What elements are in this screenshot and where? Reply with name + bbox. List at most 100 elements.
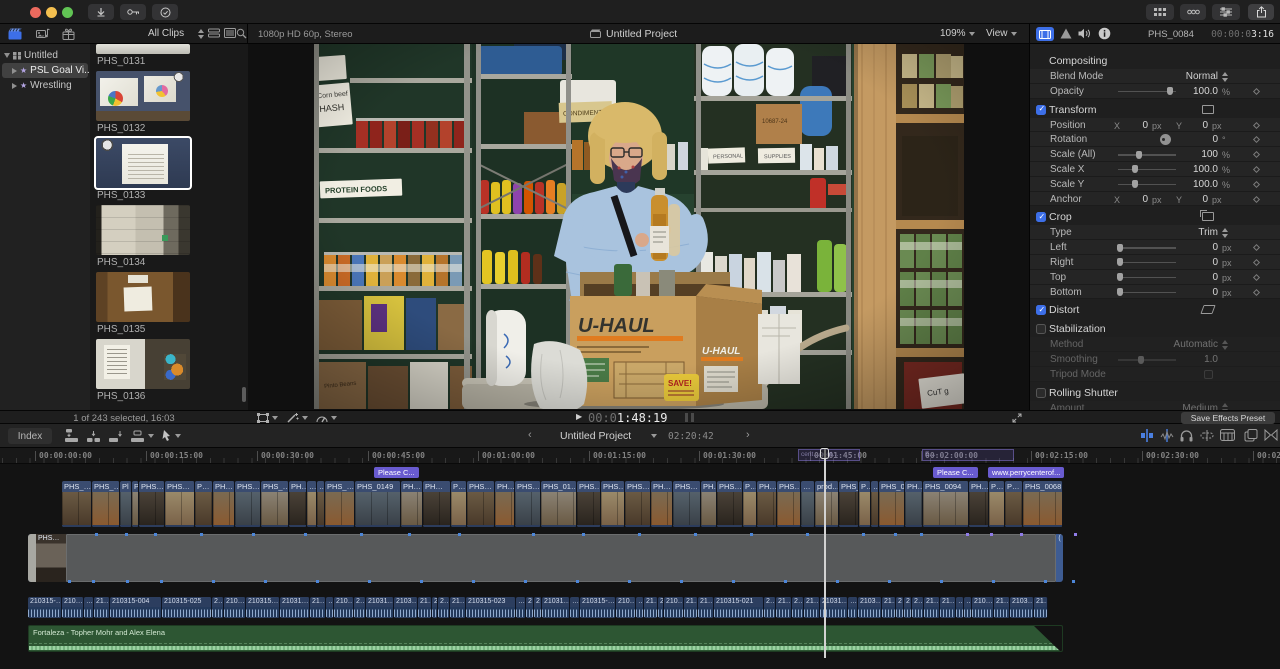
audio-clip[interactable]: 21… [882, 597, 896, 618]
search-button[interactable] [236, 28, 247, 39]
section-enable-checkbox[interactable] [1036, 305, 1046, 316]
popup-menu[interactable]: Trim [1198, 227, 1228, 238]
section-enable-checkbox[interactable] [1036, 387, 1046, 398]
audio-clip[interactable]: 2103… [1010, 597, 1034, 618]
audio-clip[interactable]: 2… [438, 597, 450, 618]
clip-thumbnail[interactable] [96, 71, 190, 121]
video-clip[interactable]: PHS_0… [879, 481, 905, 527]
storyline-end-clip[interactable]: ( [1056, 534, 1063, 582]
parameter-checkbox[interactable] [1204, 369, 1213, 379]
volume-line[interactable] [29, 643, 1062, 644]
viewer-timecode[interactable]: 00:01:48:19 [588, 411, 667, 425]
parameter-value[interactable]: 0 [1172, 287, 1218, 298]
libraries-sidebar-toggle[interactable] [8, 28, 23, 40]
audio-clip[interactable]: 21031… [542, 597, 570, 618]
disclosure-closed-icon[interactable] [12, 67, 17, 74]
video-clip[interactable]: P… [859, 481, 871, 527]
clip-thumbnail[interactable] [96, 272, 190, 322]
video-clip[interactable]: PHS_0068 [1023, 481, 1063, 527]
insert-edit-button[interactable] [86, 429, 101, 442]
video-clip[interactable]: PHS_… [62, 481, 92, 527]
playhead-knob[interactable] [820, 448, 829, 459]
video-clip[interactable]: prod… [815, 481, 839, 527]
storyline-first-clip[interactable]: PHS… [28, 534, 66, 582]
video-clip[interactable]: P… [451, 481, 467, 527]
disclosure-closed-icon[interactable] [12, 82, 17, 89]
save-effects-preset-button[interactable]: Save Effects Preset [1181, 412, 1275, 424]
parameter-slider[interactable] [1118, 165, 1176, 174]
video-clip[interactable]: PHS_… [839, 481, 859, 527]
parameter-slider[interactable] [1118, 355, 1176, 364]
browser-layout-button[interactable] [1146, 4, 1174, 20]
timeline-index-button[interactable]: Index [8, 428, 52, 444]
sidebar-event-item[interactable]: ★ Wrestling [0, 78, 90, 93]
enhance-tool-popup[interactable] [287, 413, 308, 423]
parameter-slider[interactable] [1117, 258, 1176, 267]
audio-meter[interactable] [691, 413, 694, 422]
video-clip[interactable]: PH… [651, 481, 673, 527]
keyframe-button[interactable] [1252, 180, 1261, 188]
filmstrip-view-button[interactable] [208, 28, 220, 38]
clip-appearance-button[interactable] [1220, 429, 1235, 441]
parameter-value[interactable]: 0 [1172, 257, 1218, 268]
audio-clip[interactable]: 21… [1034, 597, 1048, 618]
video-clip[interactable]: PHS… [673, 481, 701, 527]
clip-thumbnail[interactable] [94, 136, 192, 190]
disclosure-open-icon[interactable] [4, 53, 10, 58]
audio-clip[interactable]: 2… [764, 597, 776, 618]
audio-clip[interactable]: 210… [62, 597, 84, 618]
popup-menu[interactable]: Normal [1186, 71, 1228, 82]
audio-clip[interactable]: 2 [534, 597, 542, 618]
video-clip[interactable]: PH… [905, 481, 923, 527]
video-clip[interactable]: … [307, 481, 317, 527]
audio-clip[interactable]: 2 [904, 597, 912, 618]
video-clip[interactable]: P… [1005, 481, 1023, 527]
audio-clip[interactable]: 210315-021 [714, 597, 764, 618]
video-clip[interactable]: PH… [401, 481, 423, 527]
video-clip[interactable]: … [801, 481, 815, 527]
onscreen-controls-icon[interactable] [1202, 104, 1214, 114]
effects-browser-button[interactable] [1244, 429, 1258, 442]
audio-clip[interactable]: … [326, 597, 334, 618]
snapping-toggle[interactable] [1200, 429, 1214, 442]
timeline-ruler[interactable]: 00:00:00:00 00:00:15:00 00:00:30:00 00:00:4… [0, 448, 1280, 464]
keyframe-button[interactable] [1252, 244, 1261, 252]
audio-clip[interactable]: 210… [334, 597, 354, 618]
sidebar-library-untitled[interactable]: Untitled [0, 48, 90, 63]
storyline-selected-clip[interactable] [66, 534, 1056, 582]
audio-clip[interactable]: 21… [418, 597, 432, 618]
parameter-slider[interactable] [1117, 243, 1176, 252]
audio-clip[interactable]: 21… [684, 597, 698, 618]
audio-clip[interactable]: 2… [354, 597, 366, 618]
video-clip[interactable]: PHS_… [92, 481, 120, 527]
solo-toggle[interactable] [1180, 429, 1193, 442]
slider-thumb[interactable] [1132, 165, 1139, 174]
keyframe-button[interactable] [1252, 195, 1261, 203]
video-clip[interactable]: PHS_… [261, 481, 289, 527]
video-clip[interactable]: PH… [423, 481, 451, 527]
retime-tool-popup[interactable] [316, 413, 337, 423]
key-toolbar-button[interactable] [120, 4, 146, 20]
slider-thumb[interactable] [1117, 288, 1124, 297]
audio-clip[interactable]: 21… [450, 597, 466, 618]
play-button[interactable]: ▶ [576, 412, 582, 421]
video-clip[interactable]: PHS… [515, 481, 541, 527]
color-inspector-tab[interactable] [1060, 28, 1072, 39]
section-enable-checkbox[interactable] [1036, 104, 1046, 115]
popup-menu[interactable]: Automatic [1174, 339, 1228, 350]
browser-clip[interactable]: PHS_0133 [94, 136, 192, 203]
music-clip[interactable]: Fortaleza - Topher Mohr and Alex Elena [28, 625, 1063, 652]
zoom-button[interactable] [62, 7, 73, 18]
audio-clip[interactable]: 21… [804, 597, 820, 618]
video-clip[interactable]: PHS… [577, 481, 601, 527]
append-edit-button[interactable] [108, 429, 123, 442]
parameter-value[interactable]: 1.0 [1172, 354, 1218, 365]
slider-thumb[interactable] [1138, 355, 1145, 364]
keyframe-button[interactable] [1252, 258, 1261, 267]
audio-clip[interactable]: 210315… [246, 597, 280, 618]
parameter-slider[interactable] [1118, 180, 1176, 189]
audio-clip[interactable]: 210… [616, 597, 636, 618]
parameter-slider[interactable] [1118, 87, 1176, 96]
skimming-toggle[interactable] [1140, 429, 1154, 442]
audio-skimming-toggle[interactable] [1160, 429, 1174, 442]
